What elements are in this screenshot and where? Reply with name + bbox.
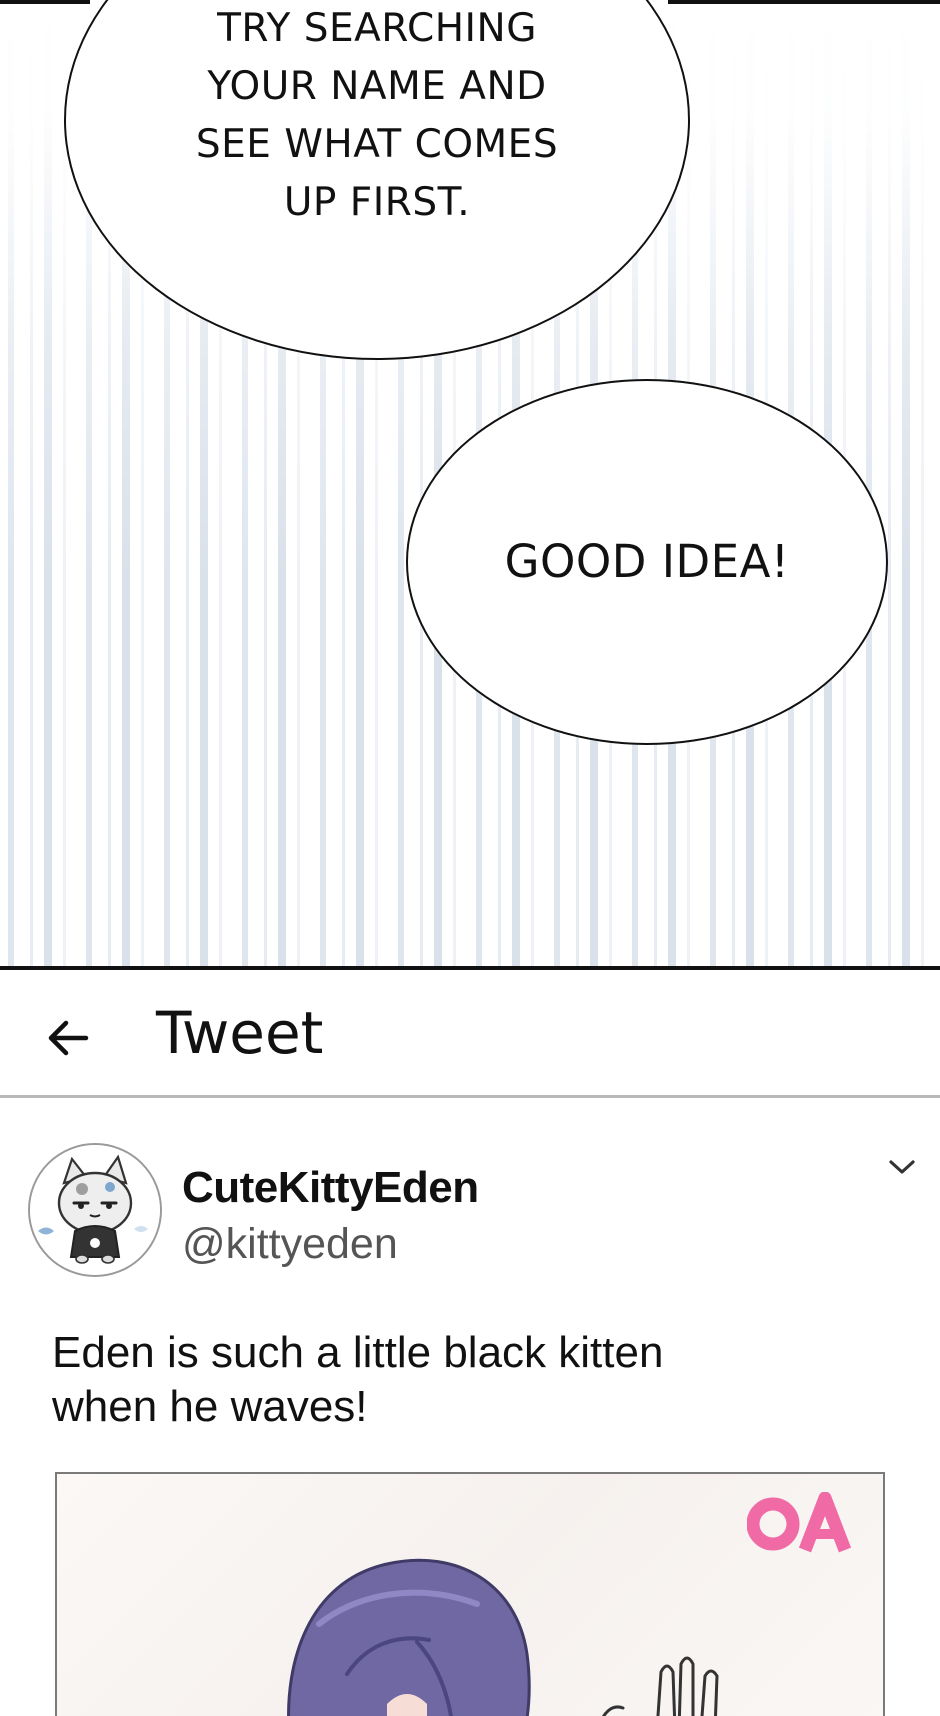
back-button[interactable] <box>40 1010 96 1066</box>
speech-line-4: UP FIRST. <box>283 180 471 225</box>
comic-panel: TRY SEARCHING YOUR NAME AND SEE WHAT COM… <box>0 0 940 970</box>
speech-bubble-top: TRY SEARCHING YOUR NAME AND SEE WHAT COM… <box>64 0 690 360</box>
speech-line-3: SEE WHAT COMES <box>195 122 559 167</box>
speech-bubble-top-text: TRY SEARCHING YOUR NAME AND SEE WHAT COM… <box>66 0 688 232</box>
tweet-header-bar: Tweet <box>0 970 940 1098</box>
user-handle[interactable]: @kittyeden <box>182 1218 398 1270</box>
tweet-media-image[interactable] <box>55 1472 885 1716</box>
avatar[interactable] <box>28 1143 162 1277</box>
arrow-left-icon <box>48 1020 89 1056</box>
tweet-body-text: Eden is such a little black kitten when … <box>52 1328 664 1431</box>
character-illustration <box>287 1558 719 1716</box>
speech-line-2: YOUR NAME AND <box>207 64 547 109</box>
tweet-card: CuteKittyEden @kittyeden Eden is such a … <box>0 1098 940 1716</box>
webtoon-page: TRY SEARCHING YOUR NAME AND SEE WHAT COM… <box>0 0 940 1716</box>
display-name[interactable]: CuteKittyEden <box>182 1162 479 1214</box>
tweet-menu-button[interactable] <box>884 1152 920 1182</box>
speech-bubble-bottom-text: GOOD IDEA! <box>504 535 790 588</box>
cat-mascot-icon <box>30 1145 160 1275</box>
panel-top-border-right <box>668 0 940 4</box>
chevron-down-icon <box>889 1160 915 1174</box>
speech-bubble-bottom: GOOD IDEA! <box>406 379 888 745</box>
page-title: Tweet <box>156 999 324 1067</box>
speech-line-1: TRY SEARCHING <box>217 6 537 51</box>
